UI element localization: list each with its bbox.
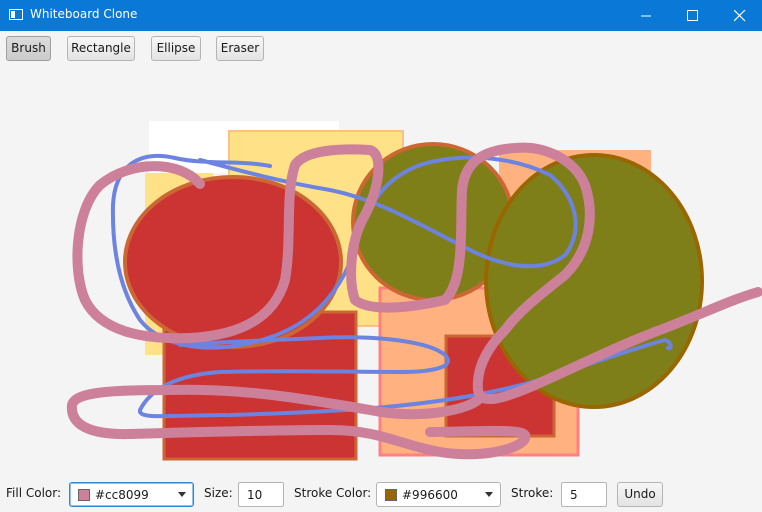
window-title: Whiteboard Clone xyxy=(30,7,138,21)
stroke-label: Stroke: xyxy=(511,486,554,500)
rectangle-tool-button[interactable]: Rectangle xyxy=(67,36,135,61)
size-input[interactable]: 10 xyxy=(238,482,284,507)
stroke-color-picker[interactable]: #996600 xyxy=(376,482,501,507)
stroke-color-value: #996600 xyxy=(402,488,458,502)
size-label: Size: xyxy=(204,486,233,500)
properties-bar: Fill Color: #cc8099 Size: 10 Stroke Colo… xyxy=(0,477,762,512)
canvas-drawing xyxy=(66,121,762,461)
brush-tool-button[interactable]: Brush xyxy=(6,36,51,61)
maximize-button[interactable] xyxy=(669,0,715,31)
red-ellipse-shape xyxy=(123,175,343,349)
minimize-icon xyxy=(641,15,651,17)
close-button[interactable] xyxy=(716,0,762,31)
chevron-down-icon xyxy=(485,492,493,497)
stroke-color-label: Stroke Color: xyxy=(294,486,372,500)
ellipse-tool-button[interactable]: Ellipse xyxy=(151,36,201,61)
maximize-icon xyxy=(687,10,698,21)
undo-button[interactable]: Undo xyxy=(617,482,663,507)
olive-ellipse-shape-2 xyxy=(484,153,704,409)
fill-color-picker[interactable]: #cc8099 xyxy=(69,482,194,507)
drawing-canvas[interactable] xyxy=(0,67,762,477)
stroke-color-swatch xyxy=(385,489,397,501)
title-bar: Whiteboard Clone xyxy=(0,0,762,31)
minimize-button[interactable] xyxy=(623,0,669,31)
fill-color-swatch xyxy=(78,489,90,501)
tool-toolbar: Brush Rectangle Ellipse Eraser xyxy=(0,31,762,67)
eraser-tool-button[interactable]: Eraser xyxy=(216,36,264,61)
fill-color-label: Fill Color: xyxy=(6,486,62,500)
chevron-down-icon xyxy=(178,492,186,497)
close-icon xyxy=(734,10,746,22)
fill-color-value: #cc8099 xyxy=(95,488,149,502)
stroke-width-input[interactable]: 5 xyxy=(561,482,607,507)
window-app-icon xyxy=(9,9,23,20)
